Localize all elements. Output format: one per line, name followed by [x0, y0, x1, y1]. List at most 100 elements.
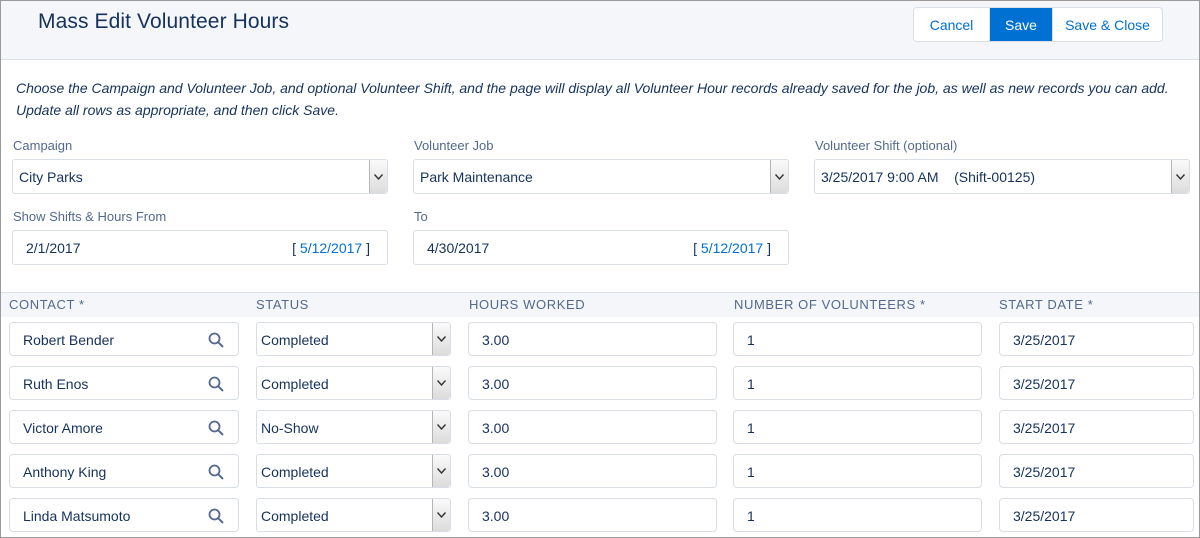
job-label: Volunteer Job [414, 138, 494, 153]
start-date-value: 3/25/2017 [1013, 464, 1076, 480]
search-icon[interactable] [208, 420, 224, 436]
shift-select[interactable]: 3/25/2017 9:00 AM (Shift-00125) [814, 159, 1190, 194]
column-header-contact: CONTACT * [9, 297, 85, 312]
contact-name: Robert Bender [23, 332, 115, 348]
contact-lookup-field[interactable]: Anthony King [9, 454, 239, 488]
to-date-field[interactable]: 4/30/2017 [ 5/12/2017 ] [413, 230, 789, 265]
hours-value: 3.00 [482, 508, 510, 524]
start-date-input[interactable]: 3/25/2017 [999, 498, 1194, 532]
contact-lookup-field[interactable]: Ruth Enos [9, 366, 239, 400]
volunteers-value: 1 [747, 376, 755, 392]
volunteers-input[interactable]: 1 [733, 498, 982, 532]
column-header-volunteers: NUMBER OF VOLUNTEERS * [734, 297, 926, 312]
from-date-field[interactable]: 2/1/2017 [ 5/12/2017 ] [12, 230, 388, 265]
volunteers-input[interactable]: 1 [733, 322, 982, 356]
chevron-down-icon [369, 160, 387, 193]
to-date-value: 4/30/2017 [427, 240, 490, 256]
chevron-down-icon [432, 411, 450, 443]
hours-worked-input[interactable]: 3.00 [468, 322, 717, 356]
table-row: Victor Amore No-Show 3.00 1 3/25/2017 [1, 410, 1199, 454]
volunteers-input[interactable]: 1 [733, 366, 982, 400]
action-button-group: Cancel Save Save & Close [913, 7, 1163, 42]
column-header-status: STATUS [256, 297, 309, 312]
from-date-label: Show Shifts & Hours From [13, 209, 167, 224]
table-row: Anthony King Completed 3.00 1 3/25/2017 [1, 454, 1199, 498]
campaign-value: City Parks [19, 169, 83, 185]
hours-value: 3.00 [482, 332, 510, 348]
status-select[interactable]: Completed [256, 366, 451, 400]
hours-value: 3.00 [482, 464, 510, 480]
job-value: Park Maintenance [420, 169, 533, 185]
hours-worked-input[interactable]: 3.00 [468, 498, 717, 532]
table-header: CONTACT * STATUS HOURS WORKED NUMBER OF … [1, 292, 1199, 317]
contact-lookup-field[interactable]: Linda Matsumoto [9, 498, 239, 532]
start-date-value: 3/25/2017 [1013, 420, 1076, 436]
status-select[interactable]: Completed [256, 498, 451, 532]
status-select[interactable]: Completed [256, 322, 451, 356]
status-value: Completed [261, 464, 329, 480]
job-select[interactable]: Park Maintenance [413, 159, 789, 194]
status-value: No-Show [261, 420, 319, 436]
from-today-link-wrap: [ 5/12/2017 ] [292, 240, 370, 256]
save-close-button[interactable]: Save & Close [1052, 8, 1162, 41]
search-icon[interactable] [208, 508, 224, 524]
hours-value: 3.00 [482, 420, 510, 436]
save-button[interactable]: Save [990, 8, 1052, 41]
start-date-input[interactable]: 3/25/2017 [999, 366, 1194, 400]
column-header-start-date: START DATE * [999, 297, 1094, 312]
instructions-text: Choose the Campaign and Volunteer Job, a… [16, 80, 1169, 118]
table-row: Ruth Enos Completed 3.00 1 3/25/2017 [1, 366, 1199, 410]
contact-name: Linda Matsumoto [23, 508, 131, 524]
hours-value: 3.00 [482, 376, 510, 392]
hours-worked-input[interactable]: 3.00 [468, 410, 717, 444]
campaign-select[interactable]: City Parks [12, 159, 388, 194]
shift-value: 3/25/2017 9:00 AM (Shift-00125) [821, 169, 1036, 185]
start-date-input[interactable]: 3/25/2017 [999, 322, 1194, 356]
start-date-value: 3/25/2017 [1013, 508, 1076, 524]
from-date-value: 2/1/2017 [26, 240, 81, 256]
volunteers-value: 1 [747, 464, 755, 480]
start-date-input[interactable]: 3/25/2017 [999, 454, 1194, 488]
chevron-down-icon [770, 160, 788, 193]
cancel-button[interactable]: Cancel [914, 8, 990, 41]
contact-lookup-field[interactable]: Victor Amore [9, 410, 239, 444]
mass-edit-page: Mass Edit Volunteer Hours Cancel Save Sa… [0, 0, 1200, 538]
volunteers-input[interactable]: 1 [733, 454, 982, 488]
hours-worked-input[interactable]: 3.00 [468, 454, 717, 488]
to-today-link-wrap: [ 5/12/2017 ] [693, 240, 771, 256]
volunteers-value: 1 [747, 332, 755, 348]
status-value: Completed [261, 508, 329, 524]
start-date-value: 3/25/2017 [1013, 332, 1076, 348]
volunteers-value: 1 [747, 420, 755, 436]
chevron-down-icon [432, 455, 450, 487]
contact-name: Victor Amore [23, 420, 103, 436]
page-header: Mass Edit Volunteer Hours Cancel Save Sa… [1, 1, 1199, 60]
volunteers-input[interactable]: 1 [733, 410, 982, 444]
contact-name: Anthony King [23, 464, 107, 480]
start-date-value: 3/25/2017 [1013, 376, 1076, 392]
column-header-hours: HOURS WORKED [469, 297, 586, 312]
search-icon[interactable] [208, 332, 224, 348]
chevron-down-icon [1171, 160, 1189, 193]
page-title: Mass Edit Volunteer Hours [38, 10, 290, 33]
status-select[interactable]: Completed [256, 454, 451, 488]
contact-name: Ruth Enos [23, 376, 89, 392]
search-icon[interactable] [208, 376, 224, 392]
volunteers-value: 1 [747, 508, 755, 524]
from-today-link[interactable]: 5/12/2017 [300, 240, 362, 256]
start-date-input[interactable]: 3/25/2017 [999, 410, 1194, 444]
shift-label: Volunteer Shift (optional) [815, 138, 958, 153]
to-date-label: To [414, 209, 428, 224]
contact-lookup-field[interactable]: Robert Bender [9, 322, 239, 356]
hours-worked-input[interactable]: 3.00 [468, 366, 717, 400]
status-select[interactable]: No-Show [256, 410, 451, 444]
search-icon[interactable] [208, 464, 224, 480]
chevron-down-icon [432, 499, 450, 531]
status-value: Completed [261, 376, 329, 392]
campaign-label: Campaign [13, 138, 73, 153]
chevron-down-icon [432, 367, 450, 399]
status-value: Completed [261, 332, 329, 348]
to-today-link[interactable]: 5/12/2017 [701, 240, 763, 256]
table-row: Robert Bender Completed 3.00 1 3/25/2017 [1, 322, 1199, 366]
chevron-down-icon [432, 323, 450, 355]
